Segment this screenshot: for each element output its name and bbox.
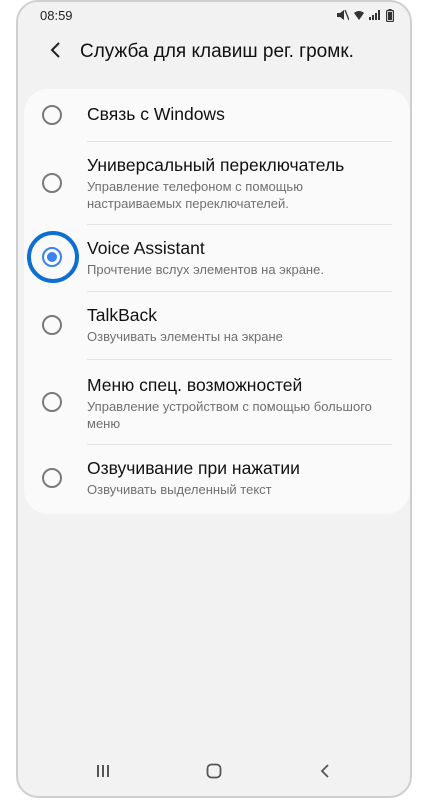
option-tap-to-speak[interactable]: Озвучивание при нажатии Озвучивать выдел… [24, 445, 410, 511]
radio-button-selected[interactable] [42, 247, 62, 267]
option-windows-link[interactable]: Связь с Windows [24, 89, 410, 141]
radio-button[interactable] [42, 173, 62, 193]
recents-button[interactable] [83, 758, 123, 788]
option-description: Управление устройством с помощью большог… [87, 399, 372, 431]
option-description: Прочтение вслух элементов на экране. [87, 262, 324, 277]
status-time: 08:59 [40, 7, 73, 23]
app-header: Служба для клавиш рег. громк. [18, 32, 410, 72]
option-label: Озвучивание при нажатии [87, 458, 300, 478]
options-list: Связь с Windows Универсальный переключат… [24, 89, 410, 514]
option-universal-switch[interactable]: Универсальный переключатель Управление т… [24, 142, 410, 224]
signal-icon [369, 10, 381, 20]
back-arrow-icon [49, 41, 63, 63]
page-title: Служба для клавиш рег. громк. [80, 41, 354, 62]
home-icon [206, 763, 222, 784]
home-button[interactable] [194, 758, 234, 788]
back-nav-icon [320, 763, 330, 784]
radio-button[interactable] [42, 105, 62, 125]
option-label: TalkBack [87, 305, 158, 325]
radio-button[interactable] [42, 315, 62, 335]
option-description: Озвучивать выделенный текст [87, 482, 272, 497]
option-label: Меню спец. возможностей [87, 375, 303, 395]
navigation-bar [18, 750, 410, 796]
option-accessibility-menu[interactable]: Меню спец. возможностей Управление устро… [24, 360, 410, 444]
radio-button[interactable] [42, 468, 62, 488]
status-icons [336, 8, 394, 22]
option-voice-assistant[interactable]: Voice Assistant Прочтение вслух элементо… [24, 225, 410, 291]
option-label: Voice Assistant [87, 238, 205, 258]
option-label: Универсальный переключатель [87, 155, 345, 175]
option-label: Связь с Windows [87, 104, 225, 124]
back-button[interactable] [36, 32, 76, 72]
radio-button[interactable] [42, 392, 62, 412]
battery-icon [386, 8, 394, 22]
status-bar: 08:59 [18, 2, 410, 28]
recents-icon [96, 764, 110, 783]
phone-frame: 08:59 Служба для клавиш рег. громк. Связ… [16, 0, 412, 798]
back-nav-button[interactable] [305, 758, 345, 788]
option-description: Управление телефоном с помощью настраива… [87, 179, 303, 211]
wifi-icon [354, 10, 364, 20]
option-talkback[interactable]: TalkBack Озвучивать элементы на экране [24, 292, 410, 358]
option-description: Озвучивать элементы на экране [87, 329, 283, 344]
mute-icon [336, 9, 349, 21]
